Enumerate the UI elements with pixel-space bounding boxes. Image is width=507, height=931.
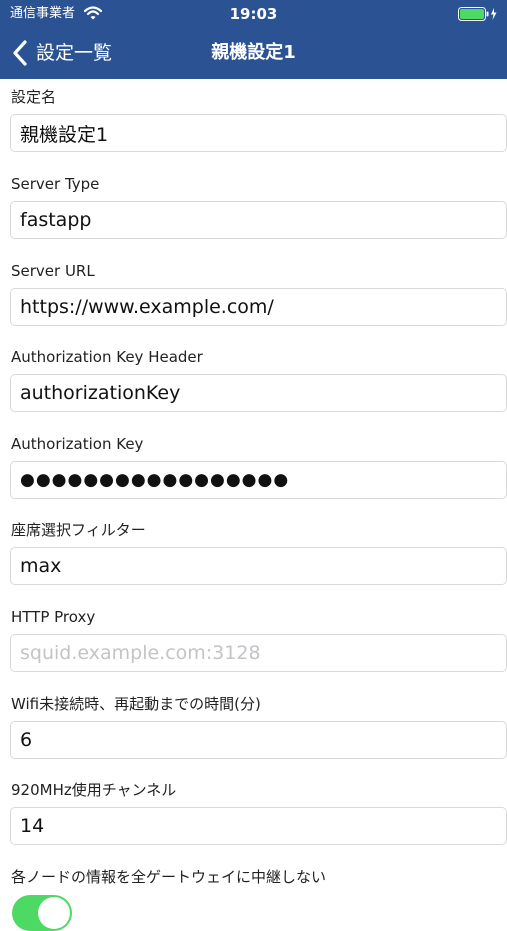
seat-filter-field[interactable]	[10, 547, 507, 585]
setting-name-field[interactable]	[10, 114, 507, 152]
authorization-key-field[interactable]	[10, 461, 507, 499]
toggle-knob	[38, 897, 70, 929]
http-proxy-field[interactable]	[10, 634, 507, 672]
relay-toggle-label: 各ノードの情報を全ゲートウェイに中継しない	[11, 868, 327, 886]
status-time: 19:03	[229, 5, 278, 23]
server-url-field[interactable]	[10, 288, 507, 326]
wifi-reboot-time-field[interactable]	[10, 721, 507, 759]
seat-filter-label: 座席選択フィルター	[11, 521, 146, 539]
authorization-key-header-label: Authorization Key Header	[11, 348, 203, 366]
status-bar: 通信事業者 19:03	[0, 0, 507, 28]
server-url-label: Server URL	[11, 262, 95, 280]
page-title: 親機設定1	[211, 42, 296, 63]
navigation-bar: 設定一覧 親機設定1	[0, 28, 507, 79]
http-proxy-label: HTTP Proxy	[11, 608, 96, 626]
server-type-label: Server Type	[11, 175, 100, 193]
relay-toggle-switch[interactable]	[12, 895, 72, 931]
setting-name-label: 設定名	[11, 88, 57, 106]
battery-charging-icon	[458, 7, 497, 21]
authorization-key-header-field[interactable]	[10, 374, 507, 412]
authorization-key-label: Authorization Key	[11, 435, 144, 453]
server-type-field[interactable]	[10, 201, 507, 239]
channel-920mhz-label: 920MHz使用チャンネル	[11, 781, 177, 799]
wifi-reboot-time-label: Wifi未接続時、再起動までの時間(分)	[11, 695, 261, 713]
channel-920mhz-field[interactable]	[10, 807, 507, 845]
